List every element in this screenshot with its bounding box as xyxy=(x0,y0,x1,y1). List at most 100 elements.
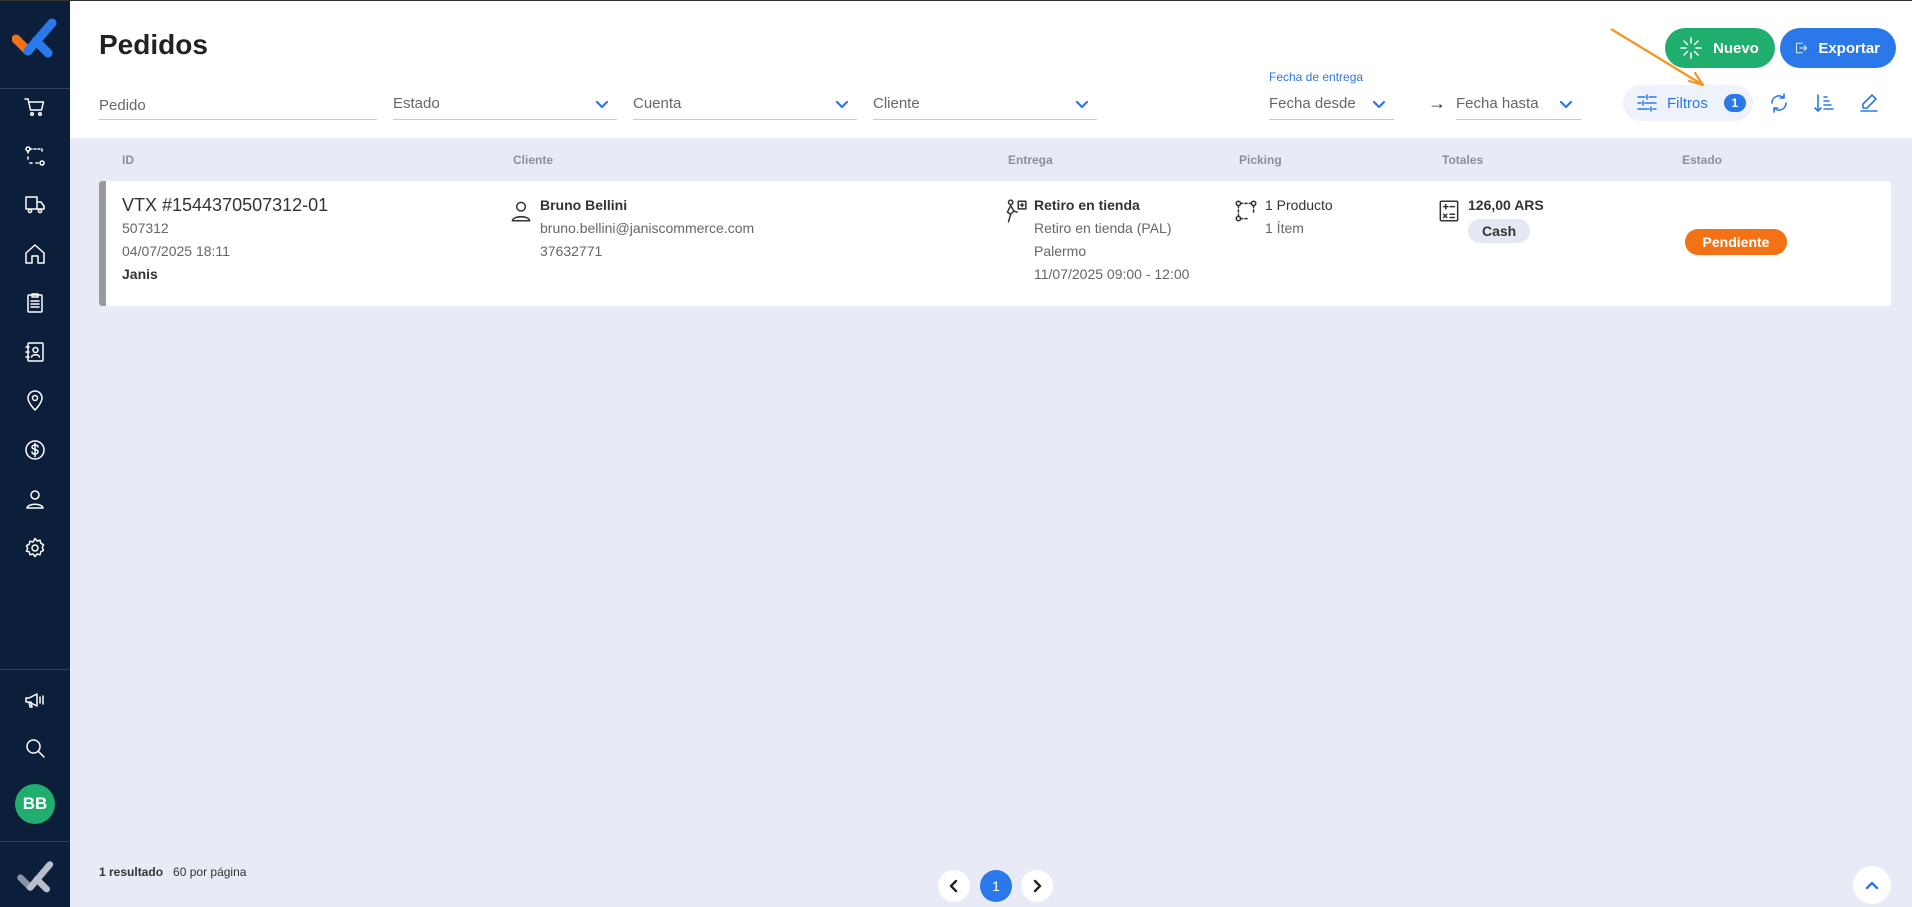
column-header-picking[interactable]: Picking xyxy=(1239,153,1282,167)
status-badge: Pendiente xyxy=(1685,229,1787,255)
fecha-hasta-select[interactable]: Fecha hasta xyxy=(1456,87,1581,120)
cuenta-placeholder: Cuenta xyxy=(633,95,682,112)
column-header-id[interactable]: ID xyxy=(122,153,134,167)
fecha-desde-placeholder: Fecha desde xyxy=(1269,95,1356,112)
cliente-select[interactable]: Cliente xyxy=(873,87,1097,120)
chevron-left-icon xyxy=(949,879,958,893)
picking-cell: 1 Producto 1 Ítem xyxy=(1265,194,1333,240)
sidebar-item-search[interactable] xyxy=(21,734,49,762)
fecha-desde-select[interactable]: Fecha desde xyxy=(1269,87,1394,120)
pencil-icon xyxy=(1860,94,1878,112)
client-email: bruno.bellini@janiscommerce.com xyxy=(540,220,755,236)
pedido-placeholder: Pedido xyxy=(99,97,146,114)
sidebar-divider xyxy=(0,841,70,842)
sidebar-divider xyxy=(0,88,70,89)
table-row[interactable]: VTX #1544370507312-01 507312 04/07/2025 … xyxy=(99,181,1891,306)
column-header-totales[interactable]: Totales xyxy=(1442,153,1483,167)
megaphone-icon xyxy=(25,693,44,708)
sidebar-item-prices[interactable] xyxy=(21,436,49,464)
search-icon xyxy=(26,739,45,758)
delivery-cell: Retiro en tienda Retiro en tienda (PAL) … xyxy=(1034,194,1189,286)
fecha-entrega-label: Fecha de entrega xyxy=(1269,70,1364,84)
page-button-1[interactable]: 1 xyxy=(980,870,1012,902)
pedido-input[interactable]: Pedido xyxy=(99,87,377,120)
sidebar: BB xyxy=(0,1,70,907)
arrow-right-icon: → xyxy=(1428,93,1446,113)
order-sequence: 507312 xyxy=(122,220,169,236)
chevron-down-icon xyxy=(835,97,849,111)
sidebar-item-settings[interactable] xyxy=(21,534,49,562)
client-name: Bruno Bellini xyxy=(540,197,628,213)
contacts-icon xyxy=(25,342,44,362)
id-cell: VTX #1544370507312-01 507312 04/07/2025 … xyxy=(122,194,328,286)
delivery-truck-icon xyxy=(25,196,45,214)
delivery-type: Retiro en tienda xyxy=(1034,197,1140,213)
filtros-label: Filtros xyxy=(1667,94,1708,112)
gear-icon xyxy=(25,537,45,558)
results-summary: 1 resultado 60 por página xyxy=(99,865,246,879)
filtros-count-badge: 1 xyxy=(1723,94,1746,112)
delivery-store: Retiro en tienda (PAL) xyxy=(1034,220,1172,236)
sidebar-item-contacts[interactable] xyxy=(21,338,49,366)
edit-columns-button[interactable] xyxy=(1855,89,1883,117)
sidebar-item-stores[interactable] xyxy=(21,240,49,268)
calculator-icon xyxy=(1436,198,1462,224)
chevron-up-icon xyxy=(1865,881,1879,890)
sidebar-item-cart[interactable] xyxy=(21,93,49,121)
page-title: Pedidos xyxy=(99,29,208,60)
order-id[interactable]: VTX #1544370507312-01 xyxy=(122,194,328,217)
scroll-top-button[interactable] xyxy=(1853,866,1891,904)
route-icon xyxy=(25,146,45,166)
sort-button[interactable] xyxy=(1810,89,1838,117)
order-account: Janis xyxy=(122,266,158,282)
sort-icon xyxy=(1814,94,1834,112)
sidebar-item-announcements[interactable] xyxy=(21,686,49,714)
column-header-estado[interactable]: Estado xyxy=(1682,153,1722,167)
chevron-down-icon xyxy=(1372,97,1386,111)
client-document: 37632771 xyxy=(540,243,603,259)
prev-page-button[interactable] xyxy=(938,870,970,902)
estado-select[interactable]: Estado xyxy=(393,87,617,120)
chevron-right-icon xyxy=(1033,879,1042,893)
annotation-arrow xyxy=(1610,28,1705,87)
sidebar-item-routes[interactable] xyxy=(21,142,49,170)
estado-placeholder: Estado xyxy=(393,95,440,112)
sidebar-item-locations[interactable] xyxy=(21,387,49,415)
sidebar-item-reports[interactable] xyxy=(21,289,49,317)
next-page-button[interactable] xyxy=(1021,870,1053,902)
sidebar-item-users[interactable] xyxy=(21,485,49,513)
result-count: 1 resultado xyxy=(99,865,164,879)
delivery-area: Palermo xyxy=(1034,243,1087,259)
nuevo-button-label: Nuevo xyxy=(1713,39,1759,57)
clipboard-icon xyxy=(27,293,43,313)
location-pin-icon xyxy=(27,390,43,411)
janis-logo[interactable] xyxy=(11,15,58,59)
per-page[interactable]: 60 por página xyxy=(173,865,246,879)
chevron-down-icon xyxy=(1075,97,1089,111)
home-icon xyxy=(25,244,45,264)
dollar-icon xyxy=(25,440,45,460)
totals-cell: 126,00 ARS Cash xyxy=(1468,194,1544,243)
exportar-button-label: Exportar xyxy=(1818,39,1880,57)
page-header: Pedidos Nuevo Exportar Pedido Estado Cue… xyxy=(70,1,1912,138)
export-icon xyxy=(1795,42,1807,54)
picking-items: 1 Ítem xyxy=(1265,220,1304,236)
order-date: 04/07/2025 18:11 xyxy=(122,243,230,259)
fecha-hasta-placeholder: Fecha hasta xyxy=(1456,95,1539,112)
sidebar-item-delivery[interactable] xyxy=(21,191,49,219)
cart-icon xyxy=(24,98,45,117)
payment-badge: Cash xyxy=(1468,219,1531,243)
janis-monochrome-logo xyxy=(17,858,55,894)
refresh-button[interactable] xyxy=(1765,89,1793,117)
column-header-cliente[interactable]: Cliente xyxy=(513,153,553,167)
person-icon xyxy=(508,198,534,224)
total-amount: 126,00 ARS xyxy=(1468,197,1544,213)
store-pickup-icon xyxy=(1002,198,1028,224)
user-avatar[interactable]: BB xyxy=(15,784,55,824)
column-header-entrega[interactable]: Entrega xyxy=(1008,153,1053,167)
chevron-down-icon xyxy=(595,97,609,111)
cuenta-select[interactable]: Cuenta xyxy=(633,87,857,120)
exportar-button[interactable]: Exportar xyxy=(1780,28,1896,68)
chevron-down-icon xyxy=(1559,97,1573,111)
client-cell: Bruno Bellini bruno.bellini@janiscommerc… xyxy=(540,194,754,263)
